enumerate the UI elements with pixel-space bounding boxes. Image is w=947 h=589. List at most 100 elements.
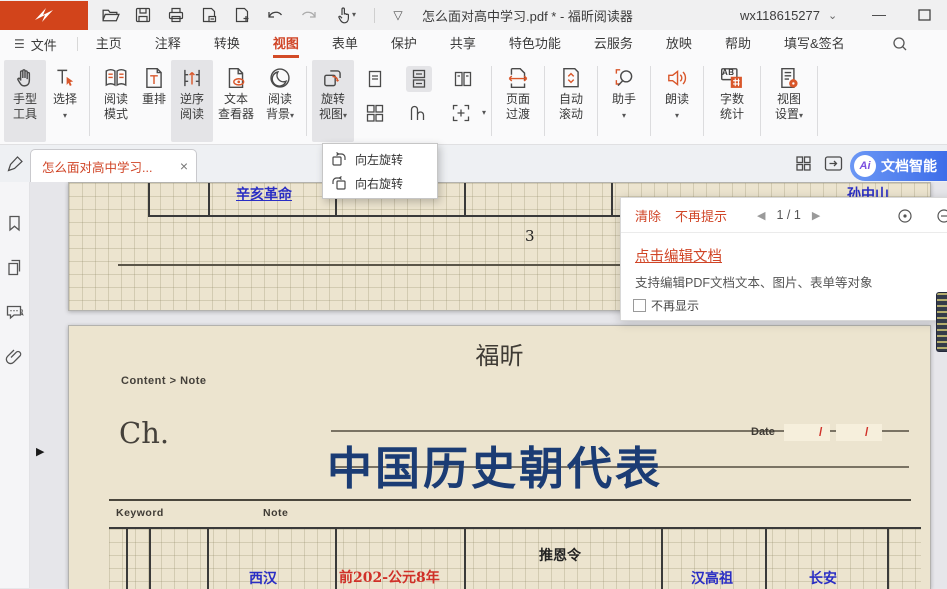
dont-show-checkbox[interactable]: [633, 299, 646, 312]
account-caret-icon: ⌄: [828, 9, 837, 22]
rotate-view-label-1: 旋转: [321, 92, 345, 106]
word-count-button[interactable]: AB 字数统计: [709, 60, 755, 142]
menu-item-view[interactable]: 视图: [273, 30, 299, 58]
reflow-icon: [143, 66, 165, 90]
table-border: [887, 527, 889, 589]
save-button[interactable]: [133, 5, 153, 25]
select-text-icon: [53, 66, 77, 90]
read-background-button[interactable]: 阅读背景▾: [259, 60, 301, 142]
comments-panel-button[interactable]: [5, 302, 25, 321]
table-border: [661, 527, 663, 589]
menu-item-comment[interactable]: 注释: [155, 30, 181, 58]
hand-tool-label-2: 工具: [13, 107, 37, 121]
menu-item-form[interactable]: 表单: [332, 30, 358, 58]
page-add-icon: [233, 6, 251, 24]
layout-single-page-button[interactable]: [362, 66, 388, 92]
text-viewer-button[interactable]: 文本查看器: [213, 60, 259, 142]
account-menu[interactable]: wx118615277 ⌄: [740, 0, 837, 30]
popup-prev-icon[interactable]: ◀: [757, 209, 765, 222]
read-mode-button[interactable]: 阅读模式: [95, 60, 137, 142]
pdf-page-2[interactable]: 福昕 Content > Note Ch. 中国历史朝代表 Date / / K…: [68, 325, 931, 589]
open-file-button[interactable]: [100, 5, 120, 25]
popup-pager: ◀ 1 / 1 ▶: [757, 208, 820, 222]
dont-show-label: 不再显示: [651, 297, 699, 314]
touch-mode-caret-icon: ▾: [352, 10, 356, 20]
menu-item-features[interactable]: 特色功能: [509, 30, 561, 58]
minus-circle-icon: [936, 208, 947, 224]
table-border: [149, 527, 151, 589]
document-tab[interactable]: 怎么面对高中学习... ×: [30, 149, 197, 182]
menu-item-present[interactable]: 放映: [666, 30, 692, 58]
reflow-button[interactable]: 重排: [137, 60, 171, 142]
bookmarks-panel-button[interactable]: [5, 214, 24, 233]
popup-next-icon[interactable]: ▶: [812, 209, 820, 222]
page1-link-xinhai[interactable]: 辛亥革命: [236, 184, 292, 204]
floating-scroll-widget[interactable]: [936, 292, 947, 352]
menu-item-home[interactable]: 主页: [96, 30, 122, 58]
quick-annotate-button[interactable]: [0, 145, 30, 182]
menu-item-cloud[interactable]: 云服务: [594, 30, 633, 58]
select-tool-button[interactable]: 选择▾: [46, 60, 84, 142]
doc-intelligence-button[interactable]: Ai 文档智能: [850, 151, 947, 181]
popup-dont-remind-button[interactable]: 不再提示: [675, 206, 727, 225]
menu-item-convert[interactable]: 转换: [214, 30, 240, 58]
layout-separate-cover-button[interactable]: [405, 100, 430, 126]
maximize-icon: [918, 9, 931, 21]
add-page-button[interactable]: [232, 5, 252, 25]
tab-switch-button[interactable]: [824, 155, 843, 172]
layout-facing-button[interactable]: [450, 66, 476, 92]
menu-item-fill-sign[interactable]: 填写&签名: [784, 30, 845, 58]
auto-scroll-button[interactable]: 自动滚动: [550, 60, 592, 142]
layout-facing-continuous-button[interactable]: [362, 100, 387, 126]
print-button[interactable]: [166, 5, 186, 25]
page-transition-button[interactable]: 页面过渡: [497, 60, 539, 142]
foxit-reader-window: { "glyphs": { "hamburger": "☰", "caret_d…: [0, 0, 947, 588]
rotate-right-menu-item[interactable]: 向右旋转: [323, 171, 437, 195]
collapse-toolbar-button[interactable]: ▽: [388, 5, 408, 25]
menu-item-protect[interactable]: 保护: [391, 30, 417, 58]
menu-item-share[interactable]: 共享: [450, 30, 476, 58]
page2-keyword-label: Keyword: [116, 507, 164, 519]
popup-dont-show-option[interactable]: 不再显示: [633, 297, 699, 314]
popup-edit-link[interactable]: 点击编辑文档: [635, 245, 722, 266]
hand-tool-button[interactable]: 手型工具: [4, 60, 46, 142]
popup-collapse-button[interactable]: [936, 208, 947, 224]
ribbon-toolbar: 手型工具 选择▾ 阅读模式 重排 逆序阅读 文本查看器 阅读背景▾ 旋转视图▾: [0, 58, 947, 145]
tab-overview-button[interactable]: [795, 155, 812, 172]
date-slash: /: [865, 425, 868, 439]
attachments-panel-button[interactable]: [5, 348, 24, 367]
rotate-left-menu-item[interactable]: 向左旋转: [323, 147, 437, 171]
rotate-view-caret-icon: ▾: [343, 111, 347, 120]
redo-button[interactable]: [298, 5, 318, 25]
reverse-read-button[interactable]: 逆序阅读: [171, 60, 213, 142]
export-page-button[interactable]: [199, 5, 219, 25]
grid-view-icon: [795, 155, 812, 172]
layout-continuous-button[interactable]: [406, 66, 432, 92]
rotate-view-button[interactable]: 旋转视图▾: [312, 60, 354, 142]
table-border: [335, 527, 337, 589]
view-settings-button[interactable]: 视图设置▾: [766, 60, 812, 142]
tab-close-icon[interactable]: ×: [180, 159, 188, 173]
assistant-button[interactable]: 助手▾: [603, 60, 645, 142]
popup-locate-button[interactable]: [897, 208, 913, 224]
read-mode-icon: [103, 66, 129, 90]
layout-split-button[interactable]: [449, 100, 474, 126]
table-border: [208, 183, 210, 216]
layout-split-caret-icon: ▾: [482, 108, 486, 118]
menu-search-button[interactable]: [892, 36, 908, 52]
read-aloud-button[interactable]: 朗读▾: [656, 60, 698, 142]
pages-panel-button[interactable]: [5, 258, 24, 277]
undo-button[interactable]: [265, 5, 285, 25]
minimize-button[interactable]: —: [872, 13, 887, 15]
table-border: [109, 527, 921, 529]
popup-clear-button[interactable]: 清除: [635, 206, 661, 225]
menu-item-help[interactable]: 帮助: [725, 30, 751, 58]
chevron-down-icon: ▽: [393, 5, 402, 25]
foxit-logo[interactable]: [0, 1, 88, 30]
maximize-button[interactable]: [918, 9, 931, 21]
touch-mode-button[interactable]: ▾: [331, 5, 361, 25]
page-export-icon: [200, 6, 218, 24]
menu-file[interactable]: ☰ 文件: [14, 35, 57, 54]
word-count-label-2: 统计: [720, 107, 744, 121]
sidebar-expander[interactable]: ▶: [36, 445, 44, 458]
